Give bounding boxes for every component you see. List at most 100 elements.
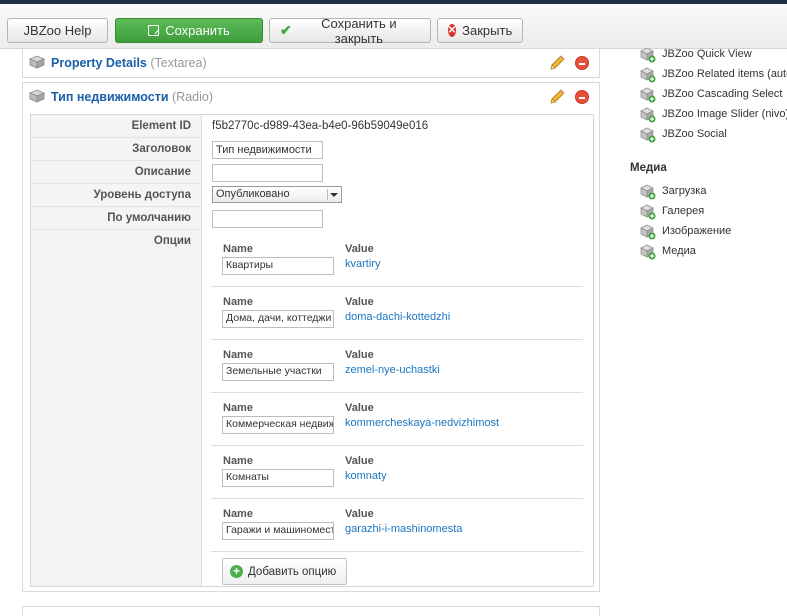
- element-header: Тип недвижимости (Radio): [23, 83, 599, 111]
- dropdown-arrow-icon: [327, 189, 339, 200]
- description-input[interactable]: [212, 164, 323, 182]
- option-name-input[interactable]: Комнаты: [222, 469, 334, 487]
- option-name-input[interactable]: Коммерческая недвиж: [222, 416, 334, 434]
- element-title[interactable]: Property Details (Textarea): [51, 56, 207, 70]
- element-type: (Textarea): [150, 56, 207, 70]
- option-name-input[interactable]: Квартиры: [222, 257, 334, 275]
- sidebar-item-label: JBZoo Social: [662, 128, 727, 140]
- default-label: По умолчанию: [107, 212, 191, 224]
- sidebar-item-label: JBZoo Image Slider (nivo): [662, 108, 787, 120]
- add-option-label: Добавить опцию: [248, 565, 337, 578]
- option-separator: [211, 551, 583, 552]
- jbzoo-help-label: JBZoo Help: [23, 23, 92, 38]
- param-row: По умолчанию: [31, 207, 202, 230]
- option-name-header: Name: [223, 508, 253, 520]
- add-option-button[interactable]: + Добавить опцию: [222, 558, 347, 585]
- add-element-icon: [640, 204, 656, 220]
- element-property-details[interactable]: Property Details (Textarea): [22, 48, 600, 78]
- option-separator: [211, 445, 583, 446]
- access-select[interactable]: Опубликовано: [212, 186, 342, 203]
- close-button[interactable]: ✕ Закрыть: [437, 18, 523, 43]
- cube-icon: [29, 89, 45, 103]
- save-button[interactable]: Сохранить: [115, 18, 263, 43]
- param-row: Element ID: [31, 115, 202, 138]
- jbzoo-help-button[interactable]: JBZoo Help: [7, 18, 108, 43]
- option-value-link[interactable]: garazhi-i-mashinomesta: [345, 523, 462, 535]
- option-value-link[interactable]: komnaty: [345, 470, 387, 482]
- pencil-icon[interactable]: [548, 54, 566, 72]
- remove-icon[interactable]: [575, 56, 589, 70]
- options-label: Опции: [153, 235, 191, 247]
- plus-circle-icon: +: [230, 565, 243, 578]
- sidebar-item-label: JBZoo Quick View: [662, 48, 752, 60]
- element-title[interactable]: Тип недвижимости (Radio): [51, 90, 213, 104]
- add-element-icon: [640, 87, 656, 103]
- option-name-header: Name: [223, 296, 253, 308]
- element-id-label: Element ID: [131, 120, 191, 132]
- elements-panel: Property Details (Textarea) Тип недвижим…: [22, 48, 600, 616]
- param-row: Опции: [31, 230, 202, 253]
- add-element-icon: [640, 48, 656, 63]
- option-separator: [211, 339, 583, 340]
- sidebar-item-label: Изображение: [662, 225, 732, 237]
- param-row: Описание: [31, 161, 202, 184]
- option-value-link[interactable]: zemel-nye-uchastki: [345, 364, 440, 376]
- option-name-header: Name: [223, 455, 253, 467]
- sidebar-item-label: JBZoo Cascading Select: [662, 88, 783, 100]
- element-title-text: Тип недвижимости: [51, 90, 169, 104]
- option-value-header: Value: [345, 508, 374, 520]
- description-label: Описание: [134, 166, 191, 178]
- pencil-icon[interactable]: [548, 88, 566, 106]
- element-property-type: Тип недвижимости (Radio) Element ID Заго…: [22, 82, 600, 592]
- save-label: Сохранить: [165, 23, 230, 38]
- add-element-icon: [640, 244, 656, 260]
- option-name-input[interactable]: Дома, дачи, коттеджи: [222, 310, 334, 328]
- option-value-link[interactable]: kommercheskaya-nedvizhimost: [345, 417, 499, 429]
- media-heading: Медиа: [630, 162, 667, 174]
- sidebar-item-label: JBZoo Related items (auto): [662, 68, 787, 80]
- access-select-value: Опубликовано: [216, 188, 290, 200]
- check-icon: ✔: [280, 22, 292, 38]
- add-element-icon: [640, 224, 656, 240]
- param-row: Заголовок: [31, 138, 202, 161]
- option-name-input[interactable]: Гаражи и машиномест: [222, 522, 334, 540]
- title-label: Заголовок: [132, 143, 191, 155]
- remove-icon[interactable]: [575, 90, 589, 104]
- element-params: Element ID Заголовок Описание Уровень до…: [30, 114, 594, 587]
- option-value-link[interactable]: kvartiry: [345, 258, 380, 270]
- param-row: Уровень доступа: [31, 184, 202, 207]
- option-separator: [211, 498, 583, 499]
- sidebar-item-label: Загрузка: [662, 185, 707, 197]
- toolbar: JBZoo Help Сохранить ✔ Сохранить и закры…: [0, 4, 787, 49]
- sidebar-item-label: Медиа: [662, 245, 696, 257]
- option-separator: [211, 286, 583, 287]
- option-name-header: Name: [223, 402, 253, 414]
- close-label: Закрыть: [462, 23, 513, 38]
- add-element-icon: [640, 184, 656, 200]
- add-element-icon: [640, 67, 656, 83]
- add-element-icon: [640, 107, 656, 123]
- option-value-header: Value: [345, 243, 374, 255]
- cube-icon: [29, 55, 45, 69]
- option-name-input[interactable]: Земельные участки: [222, 363, 334, 381]
- option-value-header: Value: [345, 349, 374, 361]
- element-header: Property Details (Textarea): [23, 49, 599, 77]
- access-label: Уровень доступа: [93, 189, 191, 201]
- option-name-header: Name: [223, 349, 253, 361]
- labels-column: Element ID Заголовок Описание Уровень до…: [31, 115, 202, 586]
- default-input[interactable]: [212, 210, 323, 228]
- elements-sidebar: JBZoo Quick View JBZoo Related items (au…: [630, 48, 787, 612]
- title-input[interactable]: [212, 141, 323, 159]
- save-close-label: Сохранить и закрыть: [321, 15, 397, 46]
- close-circle-icon: ✕: [447, 24, 457, 37]
- next-element-box: [22, 606, 600, 616]
- sidebar-item-label: Галерея: [662, 205, 705, 217]
- add-element-icon: [640, 127, 656, 143]
- edit-doc-icon: [148, 25, 160, 36]
- element-title-text: Property Details: [51, 56, 147, 70]
- option-value-link[interactable]: doma-dachi-kottedzhi: [345, 311, 450, 323]
- element-id-value: f5b2770c-d989-43ea-b4e0-96b59049e016: [212, 120, 429, 132]
- option-value-header: Value: [345, 296, 374, 308]
- option-separator: [211, 392, 583, 393]
- save-and-close-button[interactable]: ✔ Сохранить и закрыть: [269, 15, 431, 46]
